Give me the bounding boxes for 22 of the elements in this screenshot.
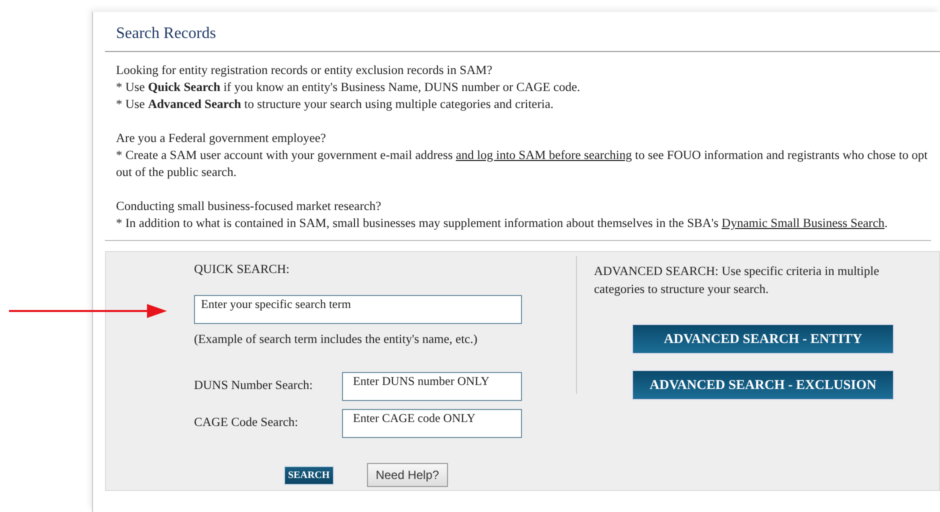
help-button[interactable]: Need Help? (366, 463, 448, 487)
bullet-text: * Use Quick Search if you know an entity's Business Name, DUNS number or CAGE code. (116, 79, 582, 96)
search-field[interactable]: Enter your specific search term (194, 295, 522, 324)
search-button[interactable]: SEARCH (284, 466, 334, 484)
question-text: Are you a Federal government employee? (116, 130, 327, 147)
advanced-search-text: ADVANCED SEARCH: Use specific criteria in multiple categories to structure your search. (594, 264, 880, 296)
input-field[interactable]: Enter DUNS number ONLY (342, 372, 522, 401)
bullet-text: * Use Advanced Search to structure your search using multiple categories and criteria. (116, 96, 555, 113)
text-link[interactable]: Dynamic Small Business Search (722, 216, 884, 230)
input-field[interactable]: Enter CAGE code ONLY (342, 409, 522, 438)
quick-search-label: QUICK SEARCH: (194, 262, 290, 277)
question-text: Looking for entity registration records or entity exclusion records in SAM? (116, 62, 494, 79)
advanced-search-button[interactable]: ADVANCED SEARCH - ENTITY (632, 324, 894, 354)
bullet-text: * In addition to what is contained in SAM, small businesses may supplement information about themselves in the SBA's Dynamic Small Business Search. (116, 215, 889, 232)
section-title: Search Records (116, 25, 216, 43)
field-label: DUNS Number Search: (194, 377, 314, 393)
field-label: CAGE Code Search: (194, 414, 300, 430)
hint-text: (Example of search term includes the entity's name, etc.) (194, 332, 478, 347)
question-text: Conducting small business-focused market research? (116, 198, 382, 215)
text-link[interactable]: and log into SAM before searching (456, 148, 632, 162)
advanced-search-button[interactable]: ADVANCED SEARCH - EXCLUSION (632, 370, 894, 400)
bullet-text: * Create a SAM user account with your government e-mail address and log into SAM before searching to see FOUO information and registrants who chose to opt out of the public search. (116, 147, 929, 181)
